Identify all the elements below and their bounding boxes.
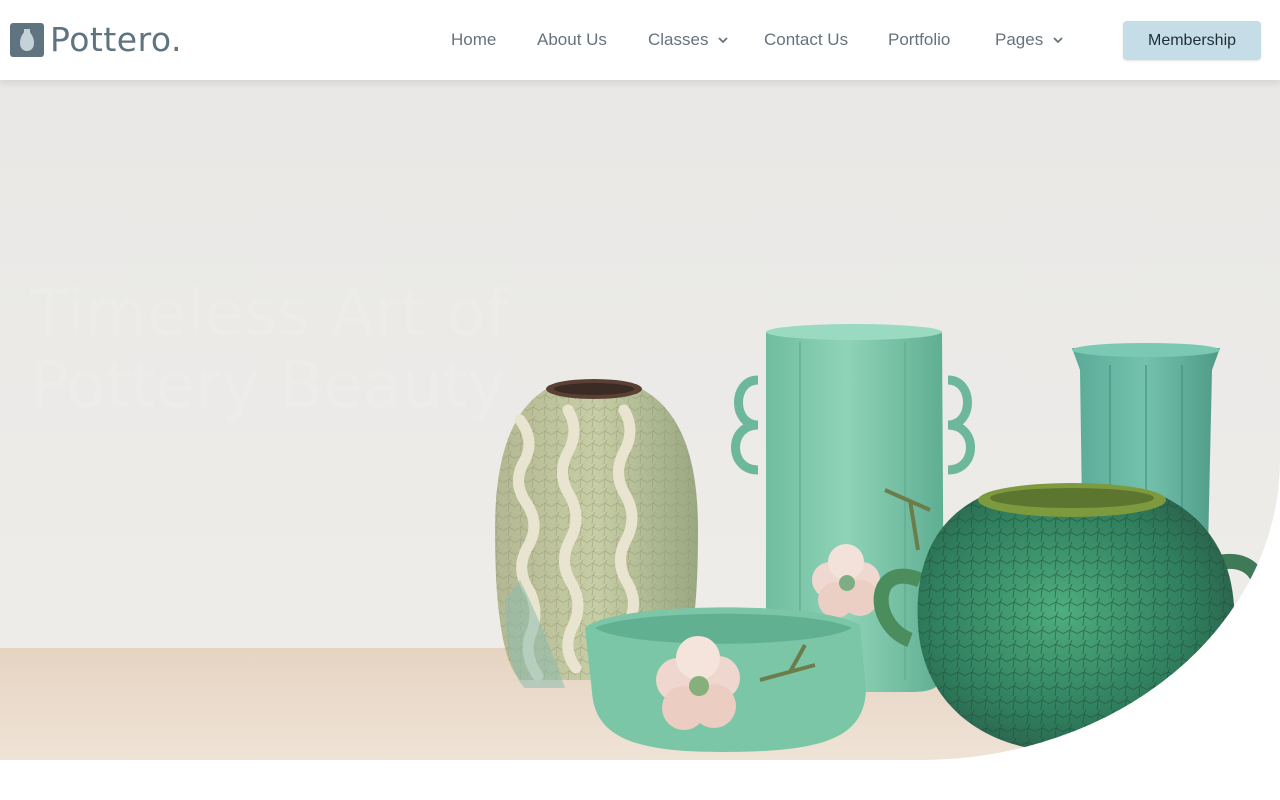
nav-about-us[interactable]: About Us — [537, 29, 607, 51]
chevron-down-icon — [1053, 37, 1063, 44]
hero-heading: Timeless Art of Pottery Beauty — [30, 277, 509, 423]
nav-home[interactable]: Home — [451, 29, 496, 51]
nav-pages[interactable]: Pages — [995, 29, 1064, 51]
nav-contact-us[interactable]: Contact Us — [764, 29, 848, 51]
nav-portfolio[interactable]: Portfolio — [888, 29, 950, 51]
logo-text: Pottero. — [50, 20, 183, 59]
celadon-bowl — [585, 607, 866, 752]
site-header: Pottero. Home About Us Classes Contact U… — [0, 0, 1280, 80]
logo[interactable]: Pottero. — [10, 20, 182, 60]
vase-logo-icon — [10, 23, 44, 57]
hero-section: Timeless Art of Pottery Beauty — [0, 80, 1280, 760]
nav-classes[interactable]: Classes — [648, 29, 729, 51]
nav-pages-label: Pages — [995, 30, 1044, 49]
nav-classes-label: Classes — [648, 30, 709, 49]
membership-button[interactable]: Membership — [1123, 21, 1261, 60]
chevron-down-icon — [718, 37, 729, 44]
